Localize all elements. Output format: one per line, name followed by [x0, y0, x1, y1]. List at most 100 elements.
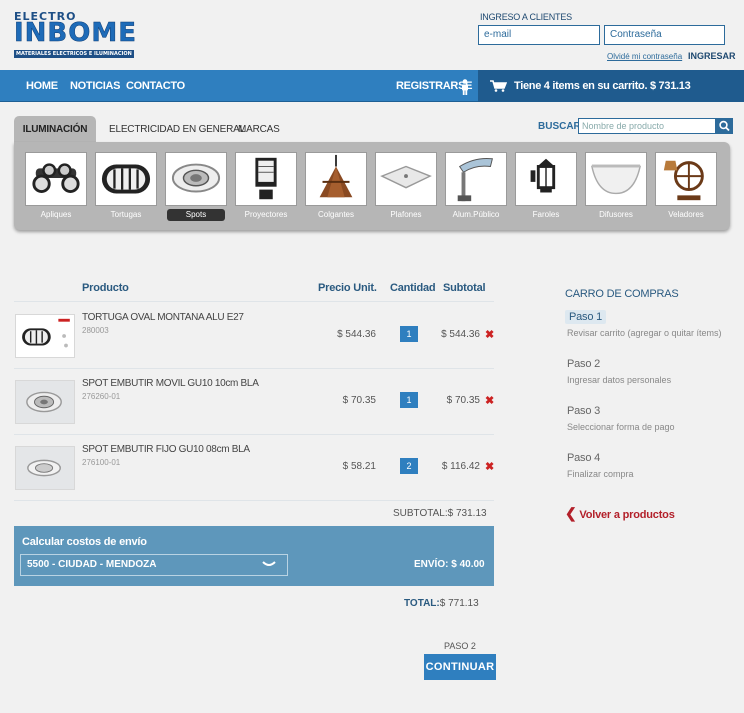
category-tortugas[interactable]: Tortugas	[94, 152, 158, 221]
step-4-desc: Finalizar compra	[567, 469, 634, 479]
chevron-down-icon[interactable]	[262, 558, 276, 570]
step-4-title: Paso 4	[567, 452, 601, 464]
total-value: $ 771.13	[439, 598, 479, 609]
category-label: Alum.Público	[452, 210, 500, 219]
search-input[interactable]: Nombre de producto	[578, 118, 716, 134]
person-icon	[462, 79, 468, 95]
ceiling-plafon-icon	[375, 152, 437, 206]
sidebar-title: CARRO DE COMPRAS	[565, 288, 679, 300]
table-row: SPOT EMBUTIR MOVIL GU10 10cm BLA 276260-…	[14, 376, 494, 432]
category-plafones[interactable]: Plafones	[374, 152, 438, 221]
product-code: 276100-01	[82, 458, 121, 467]
unit-price: $ 58.21	[342, 461, 376, 472]
oval-turtle-light-icon	[95, 152, 157, 206]
tab-iluminacion[interactable]: ILUMINACIÓN	[14, 116, 96, 142]
password-field[interactable]: Contraseña	[604, 25, 725, 45]
pendant-lamp-icon	[305, 152, 367, 206]
continue-button[interactable]: CONTINUAR	[424, 654, 496, 680]
chevron-left-icon: ❮	[565, 505, 577, 521]
step-2-desc: Ingresar datos personales	[567, 375, 672, 385]
category-label: Plafones	[390, 210, 422, 219]
recessed-spot-icon	[165, 152, 227, 206]
category-spots[interactable]: Spots	[164, 152, 228, 221]
divider	[14, 301, 494, 302]
row-subtotal: $ 544.36	[441, 329, 480, 340]
logo-line2: INBOME	[14, 18, 137, 48]
email-field[interactable]: e-mail	[478, 25, 600, 45]
category-label: Difusores	[599, 210, 633, 219]
back-to-products-link[interactable]: ❮ Volver a productos	[565, 505, 675, 522]
product-code: 276260-01	[82, 392, 121, 401]
table-row: TORTUGA OVAL MONTANA ALU E27 280003 $ 54…	[14, 310, 494, 366]
category-label: Veladores	[668, 210, 704, 219]
total-label: TOTAL:	[404, 598, 440, 609]
category-label: Tortugas	[110, 210, 142, 219]
login-button[interactable]: INGRESAR	[688, 51, 736, 61]
search-button[interactable]	[716, 118, 733, 134]
table-row: SPOT EMBUTIR FIJO GU10 08cm BLA 276100-0…	[14, 442, 494, 498]
nav-noticias[interactable]: NOTICIAS	[70, 70, 120, 102]
nav-contacto[interactable]: CONTACTO	[126, 70, 185, 102]
column-header-precio: Precio Unit.	[318, 282, 377, 294]
order-total: TOTAL:$ 771.13	[404, 598, 479, 609]
tab-marcas[interactable]: MARCAS	[238, 116, 280, 142]
column-header-cantidad: Cantidad	[390, 282, 436, 294]
row-subtotal: $ 70.35	[446, 395, 480, 406]
product-name[interactable]: SPOT EMBUTIR MOVIL GU10 10cm BLA	[82, 378, 259, 389]
cart-icon	[490, 80, 507, 92]
search-label: BUSCAR	[538, 121, 581, 132]
step-2-title: Paso 2	[567, 358, 601, 370]
step-1-desc: Revisar carrito (agregar o quitar ítems)	[567, 328, 722, 338]
main-navbar: HOME NOTICIAS CONTACTO REGISTRARSE Tiene…	[0, 70, 744, 102]
step-indicator: PASO 2	[444, 641, 476, 651]
product-thumbnail[interactable]	[15, 446, 75, 490]
category-label: Spots	[167, 209, 225, 221]
step-3-title: Paso 3	[567, 405, 601, 417]
spotlight-cluster-icon	[25, 152, 87, 206]
unit-price: $ 544.36	[337, 329, 376, 340]
remove-item-icon[interactable]: ✖	[485, 460, 494, 473]
category-colgantes[interactable]: Colgantes	[304, 152, 368, 221]
product-thumbnail[interactable]	[15, 380, 75, 424]
divider	[14, 368, 494, 369]
step-1-title: Paso 1	[565, 310, 607, 324]
shipping-title: Calcular costos de envío	[22, 536, 147, 548]
forgot-password-link[interactable]: Olvidé mi contraseña	[607, 52, 682, 61]
cart-subtotal: SUBTOTAL:$ 731.13	[393, 508, 487, 519]
floodlight-icon	[235, 152, 297, 206]
tab-electricidad[interactable]: ELECTRICIDAD EN GENERAL	[109, 116, 245, 142]
product-thumbnail[interactable]	[15, 314, 75, 358]
product-name[interactable]: SPOT EMBUTIR FIJO GU10 08cm BLA	[82, 444, 250, 455]
category-alum-publico[interactable]: Alum.Público	[444, 152, 508, 221]
shipping-cost: ENVÍO: $ 40.00	[414, 559, 485, 570]
divider	[14, 500, 494, 501]
category-faroles[interactable]: Faroles	[514, 152, 578, 221]
step-3-desc: Seleccionar forma de pago	[567, 422, 675, 432]
column-header-producto: Producto	[82, 282, 129, 294]
unit-price: $ 70.35	[342, 395, 376, 406]
search-icon	[719, 120, 730, 132]
divider	[14, 434, 494, 435]
login-label: INGRESO A CLIENTES	[480, 12, 572, 22]
street-light-icon	[445, 152, 507, 206]
category-label: Faroles	[532, 210, 560, 219]
remove-item-icon[interactable]: ✖	[485, 394, 494, 407]
category-apliques[interactable]: Apliques	[24, 152, 88, 221]
category-proyectores[interactable]: Proyectores	[234, 152, 298, 221]
category-veladores[interactable]: Veladores	[654, 152, 718, 221]
product-code: 280003	[82, 326, 109, 335]
lantern-icon	[515, 152, 577, 206]
category-difusores[interactable]: Difusores	[584, 152, 648, 221]
row-subtotal: $ 116.42	[441, 461, 480, 472]
cart-text[interactable]: Tiene 4 items en su carrito. $ 731.13	[514, 70, 691, 102]
logo[interactable]: ELECTRO INBOME MATERIALES ELECTRICOS E I…	[14, 11, 150, 58]
remove-item-icon[interactable]: ✖	[485, 328, 494, 341]
diffuser-icon	[585, 152, 647, 206]
product-name[interactable]: TORTUGA OVAL MONTANA ALU E27	[82, 312, 244, 323]
nav-home[interactable]: HOME	[26, 70, 58, 102]
category-label: Proyectores	[244, 210, 288, 219]
category-label: Apliques	[40, 210, 72, 219]
shipping-location-select[interactable]: 5500 - CIUDAD - MENDOZA	[20, 554, 288, 576]
back-to-products-label: Volver a productos	[579, 509, 675, 521]
table-lamp-icon	[655, 152, 717, 206]
